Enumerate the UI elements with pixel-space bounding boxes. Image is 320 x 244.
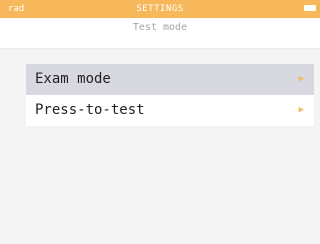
status-bar: rad SETTINGS [0, 0, 320, 18]
page-title: Test mode [132, 22, 188, 33]
menu-item-press-to-test[interactable]: Press-to-test ▶ [26, 95, 314, 126]
menu-item-label: Press-to-test [35, 102, 145, 118]
calculator-screen: rad SETTINGS Test mode Exam mode ▶ Press… [0, 0, 320, 244]
chevron-right-icon: ▶ [298, 74, 304, 84]
page-header: Test mode [0, 18, 320, 49]
app-title: SETTINGS [136, 4, 184, 14]
chevron-right-icon: ▶ [298, 105, 304, 115]
menu-item-exam-mode[interactable]: Exam mode ▶ [26, 64, 314, 95]
menu-item-label: Exam mode [35, 71, 111, 87]
battery-icon [304, 5, 316, 11]
settings-menu: Exam mode ▶ Press-to-test ▶ [26, 64, 314, 126]
